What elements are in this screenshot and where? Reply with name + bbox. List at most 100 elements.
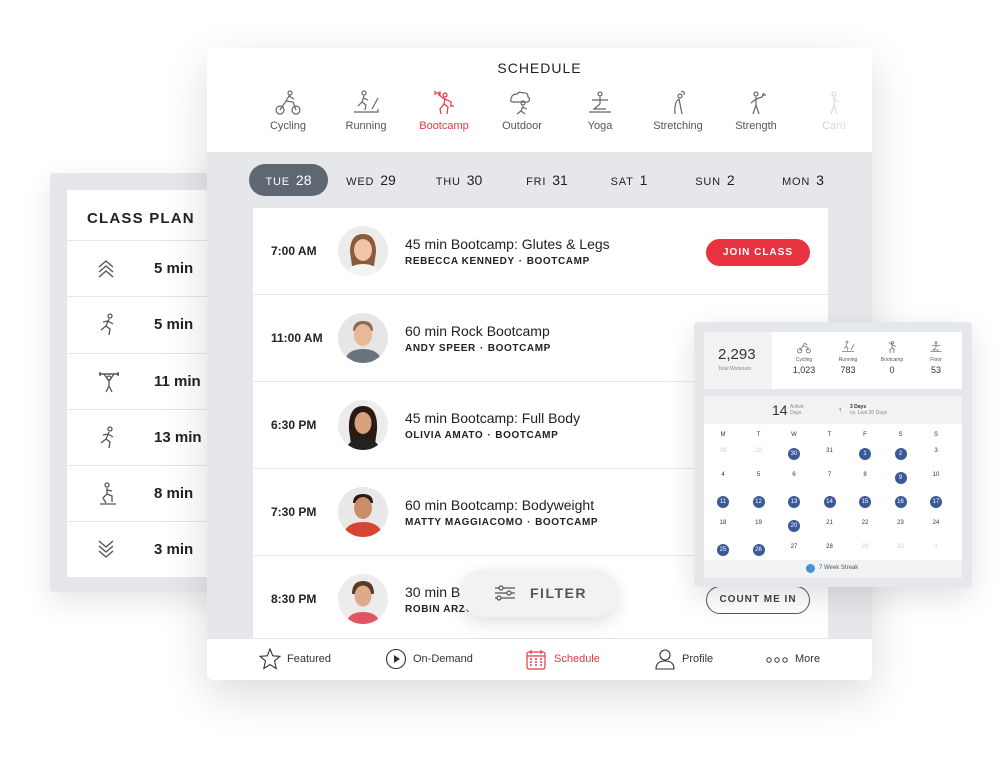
calendar-weekday: T [756,432,761,438]
calendar-day[interactable]: 28 [709,448,737,454]
calendar-day[interactable]: 6 [780,472,808,478]
filter-button[interactable]: FILTER [460,569,618,617]
check-icon [806,564,815,573]
discipline-floor: Floor 53 [914,340,958,375]
floor-icon [930,341,942,352]
calendar-day[interactable]: 9 [887,472,915,484]
plan-duration: 11 min [154,372,201,390]
calendar-day[interactable]: 29 [851,544,879,550]
day-fri[interactable]: FRI 31 [515,164,579,196]
more-dots-icon [766,657,788,663]
category-label: Outdoor [502,120,542,132]
discipline-bootcamp: Bootcamp 0 [870,340,914,375]
streak-label: 7 Week Streak [819,565,859,571]
calendar-weekday: T [827,432,832,438]
category-fade [812,88,872,150]
calendar-day[interactable]: 17 [922,496,950,508]
calendar-day[interactable]: 28 [816,544,844,550]
stats-summary: 2,293 Total Workouts Cycling 1,023 Runni… [704,332,962,389]
treadmill-icon [354,90,379,113]
category-yoga[interactable]: Yoga [564,88,636,132]
category-bootcamp[interactable]: Bootcamp [408,88,480,132]
category-bar: Cycling Running Bootcamp Outdoor Yoga St… [252,88,872,148]
running-icon [100,313,114,336]
category-cycling[interactable]: Cycling [252,88,324,132]
calendar-day[interactable]: 10 [922,472,950,478]
bootcamp-icon [888,341,896,354]
day-sat[interactable]: SAT 1 [601,164,657,196]
plan-item-run: 5 min [67,297,217,354]
calendar-day[interactable]: 25 [709,544,737,556]
calendar-icon [526,650,546,670]
calendar-day[interactable]: 29 [745,448,773,454]
plan-item-strength: 11 min [67,354,217,410]
cycling-icon [797,342,811,354]
calendar-day[interactable]: 16 [887,496,915,508]
calendar-day[interactable]: 3 [922,448,950,454]
class-time: 11:00 AM [271,331,323,345]
bottom-tab-bar: Featured On-Demand Schedule Profile More [207,638,872,680]
class-time: 7:00 AM [271,244,317,258]
calendar-day[interactable]: 19 [745,520,773,526]
calendar-day[interactable]: 31 [816,448,844,454]
active-days-bar: 14 Active Days ↑ 3 Days vs. Last 30 Days [704,396,962,424]
calendar-day[interactable]: 20 [780,520,808,532]
category-label: Cycling [269,120,307,132]
stretching-icon [674,90,685,115]
calendar-weekday: S [898,432,903,438]
category-strength[interactable]: Strength [720,88,792,132]
calendar-day[interactable]: 30 [887,544,915,550]
calendar-day[interactable]: 15 [851,496,879,508]
join-class-button[interactable]: JOIN CLASS [706,239,810,266]
day-tue[interactable]: TUE 28 [249,164,328,196]
calendar-day[interactable]: 8 [851,472,879,478]
day-mon[interactable]: MON 3 [771,164,835,196]
calendar-day[interactable]: 4 [709,472,737,478]
calendar-weekday: W [791,432,797,438]
category-outdoor[interactable]: Outdoor [486,88,558,132]
calendar-day[interactable]: 27 [780,544,808,550]
calendar-day[interactable]: 13 [780,496,808,508]
class-row[interactable]: 7:00 AM 45 min Bootcamp: Glutes & Legs R… [253,208,828,295]
cycling-icon [275,90,301,115]
category-stretching[interactable]: Stretching [642,88,714,132]
class-plan-title: CLASS PLAN [87,210,195,227]
class-time: 8:30 PM [271,592,317,606]
category-label: Yoga [587,120,613,132]
class-title: 30 min B [405,584,461,600]
calendar-day[interactable]: 5 [745,472,773,478]
plan-item-warmup: 5 min [67,241,217,298]
count-me-in-button[interactable]: COUNT ME IN [706,586,810,614]
calendar-day[interactable]: 30 [780,448,808,460]
treadmill-icon [842,340,855,352]
day-wed[interactable]: WED 29 [339,164,403,196]
sliders-icon [495,585,515,601]
day-thu[interactable]: THU 30 [427,164,491,196]
streak-bar: 7 Week Streak [704,560,962,578]
calendar-day[interactable]: 12 [745,496,773,508]
category-label: Bootcamp [419,120,469,132]
day-sun[interactable]: SUN 2 [685,164,745,196]
calendar-day[interactable]: 21 [816,520,844,526]
calendar-day[interactable]: 11 [709,496,737,508]
category-label: Stretching [653,120,703,132]
calendar-day[interactable]: 2 [887,448,915,460]
chevrons-up-icon [98,260,114,278]
star-icon [259,648,281,670]
calendar-day[interactable]: 14 [816,496,844,508]
calendar-day[interactable]: 18 [709,520,737,526]
class-plan-panel: CLASS PLAN 5 min 5 min 11 min 13 min 8 m… [67,190,217,577]
calendar-day[interactable]: 23 [887,520,915,526]
calendar-day[interactable]: 26 [745,544,773,556]
calendar-day[interactable]: 1 [922,544,950,550]
calendar-day[interactable]: 24 [922,520,950,526]
person-icon [655,649,675,670]
calendar-day[interactable]: 1 [851,448,879,460]
category-running[interactable]: Running [330,88,402,132]
calendar-weekday: S [933,432,938,438]
calendar-day[interactable]: 7 [816,472,844,478]
class-subtitle: OLIVIA AMATO · BOOTCAMP [405,430,559,441]
instructor-avatar [338,400,388,450]
workout-stats-card: 2,293 Total Workouts Cycling 1,023 Runni… [694,322,972,587]
calendar-day[interactable]: 22 [851,520,879,526]
